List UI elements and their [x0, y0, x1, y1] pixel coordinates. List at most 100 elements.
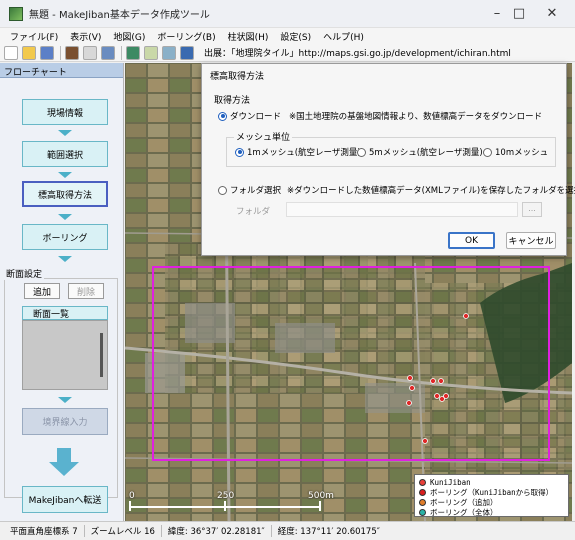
new-file-icon[interactable]: [4, 45, 18, 60]
boring-point: [434, 393, 440, 399]
flow-arrow: [58, 130, 72, 136]
minimize-icon[interactable]: –: [487, 6, 507, 21]
step-site-info[interactable]: 現場情報: [22, 99, 108, 125]
acquisition-group-label: 取得方法: [214, 96, 251, 106]
radio-icon: [218, 185, 227, 195]
menu-column[interactable]: 柱状図(H): [222, 30, 275, 43]
flow-arrow: [58, 397, 72, 403]
mesh-5m-radio[interactable]: 5mメッシュ(航空レーザ測量): [357, 146, 483, 158]
menu-boring[interactable]: ボーリング(B): [151, 30, 221, 43]
save-icon[interactable]: [40, 45, 54, 60]
radio-selected-icon: [235, 147, 244, 157]
boring-point: [409, 385, 415, 391]
transfer-to-makejiban-button[interactable]: MakeJibanへ転送: [22, 486, 108, 513]
open-folder-icon[interactable]: [22, 45, 36, 60]
delete-section-button[interactable]: 削除: [68, 283, 104, 299]
scale-end: 500m: [308, 491, 334, 501]
mesh-10m-radio[interactable]: 10mメッシュ: [483, 146, 548, 158]
radio-selected-icon: [218, 111, 227, 121]
toolbar-separator: [60, 45, 61, 60]
map-relief-icon[interactable]: [162, 45, 176, 60]
boring-icon[interactable]: [65, 45, 79, 60]
cancel-button[interactable]: キャンセル: [506, 232, 556, 249]
layers-icon[interactable]: [101, 45, 115, 60]
elevation-method-dialog: 標高取得方法 取得方法 ダウンロード ※国土地理院の基盤地図情報より、数値標高デ…: [201, 63, 575, 256]
maximize-icon[interactable]: □: [509, 6, 529, 21]
legend-label: ボーリング（全体）: [430, 507, 498, 517]
download-label: ダウンロード: [230, 112, 282, 122]
flow-arrow: [58, 214, 72, 220]
latitude: 緯度: 36°37′ 02.28181″: [162, 525, 272, 537]
mesh-10m-label: 10mメッシュ: [495, 148, 549, 158]
legend-label: KuniJiban: [430, 477, 471, 487]
add-section-button[interactable]: 追加: [24, 283, 60, 299]
window-title: 無題 - MakeJiban基本データ作成ツール: [29, 10, 210, 21]
folder-note: ※ダウンロードした数値標高データ(XMLファイル)を保存したフォルダを選択: [287, 186, 575, 196]
step-area-select[interactable]: 範囲選択: [22, 141, 108, 167]
legend-row: ボーリング（KuniJibanから取得）: [419, 487, 564, 497]
title-bar: 無題 - MakeJiban基本データ作成ツール – □ ✕: [0, 0, 575, 28]
mesh-group-label: メッシュ単位: [234, 130, 293, 143]
cross-section-label: 断面設定: [4, 267, 45, 280]
map-source-text: 出展：「地理院タイル」http://maps.gsi.go.jp/develop…: [204, 49, 511, 59]
mesh-1m-radio[interactable]: 1mメッシュ(航空レーザ測量): [235, 146, 361, 158]
menu-map[interactable]: 地図(G): [107, 30, 151, 43]
flow-arrow: [58, 256, 72, 262]
dialog-title: 標高取得方法: [210, 72, 265, 82]
radio-icon: [483, 147, 492, 157]
boring-point: [406, 400, 412, 406]
folder-path-input[interactable]: [286, 202, 518, 217]
zoom-level: ズームレベル 16: [85, 525, 162, 537]
legend-row: ボーリング（全体）: [419, 507, 564, 517]
menu-help[interactable]: ヘルプ(H): [317, 30, 370, 43]
status-bar: 平面直角座標系 7 ズームレベル 16 緯度: 36°37′ 02.28181″…: [0, 521, 575, 540]
step-boring[interactable]: ボーリング: [22, 224, 108, 250]
boring-point: [430, 378, 436, 384]
toolbar: 出展：「地理院タイル」http://maps.gsi.go.jp/develop…: [0, 44, 575, 62]
flow-arrow: [58, 172, 72, 178]
legend-boring-kuni-icon: [419, 488, 426, 496]
boring-point: [463, 313, 469, 319]
flowchart-header: フローチャート: [0, 63, 123, 78]
grid-icon[interactable]: [83, 45, 97, 60]
legend-boring-all-icon: [419, 508, 426, 516]
section-list[interactable]: [22, 320, 108, 390]
map-photo-icon[interactable]: [126, 45, 140, 60]
folder-label: フォルダ: [236, 207, 271, 217]
close-icon[interactable]: ✕: [542, 6, 562, 21]
boring-point: [422, 438, 428, 444]
step-elevation-method[interactable]: 標高取得方法: [22, 181, 108, 207]
boundary-input-button[interactable]: 境界線入力: [22, 408, 108, 435]
transfer-arrow-head: [49, 462, 79, 476]
legend-boring-added-icon: [419, 498, 426, 506]
download-radio[interactable]: ダウンロード ※国土地理院の基盤地図情報より、数値標高データをダウンロード: [218, 110, 542, 122]
boring-point: [407, 375, 413, 381]
list-scrollbar[interactable]: [100, 333, 103, 377]
browse-button[interactable]: ...: [522, 202, 542, 217]
coord-system: 平面直角座標系 7: [4, 525, 85, 537]
mesh-5m-label: 5mメッシュ(航空レーザ測量): [369, 148, 483, 158]
boring-point: [438, 378, 444, 384]
mesh-1m-label: 1mメッシュ(航空レーザ測量): [247, 148, 361, 158]
menu-view[interactable]: 表示(V): [64, 30, 107, 43]
map-legend: KuniJiban ボーリング（KuniJibanから取得） ボーリング（追加）…: [414, 474, 569, 517]
legend-row: KuniJiban: [419, 477, 564, 487]
map-pale-icon[interactable]: [180, 45, 194, 60]
scale-zero: 0: [129, 491, 135, 501]
boring-point: [443, 393, 449, 399]
radio-icon: [357, 147, 366, 157]
download-note: ※国土地理院の基盤地図情報より、数値標高データをダウンロード: [289, 112, 543, 122]
ok-button[interactable]: OK: [448, 232, 495, 249]
folder-select-label: フォルダ選択: [230, 186, 282, 196]
menu-settings[interactable]: 設定(S): [274, 30, 317, 43]
longitude: 経度: 137°11′ 20.60175″: [277, 527, 380, 537]
menu-file[interactable]: ファイル(F): [4, 30, 64, 43]
toolbar-separator: [121, 45, 122, 60]
folder-select-radio[interactable]: フォルダ選択 ※ダウンロードした数値標高データ(XMLファイル)を保存したフォル…: [218, 184, 575, 196]
transfer-arrow: [57, 448, 71, 462]
scale-mid: 250: [217, 491, 235, 501]
legend-kunijiban-icon: [419, 478, 426, 486]
flowchart-panel: フローチャート 現場情報 範囲選択 標高取得方法 ボーリング 断面設定 追加 削…: [0, 63, 124, 521]
map-standard-icon[interactable]: [144, 45, 158, 60]
app-icon: [9, 6, 23, 21]
